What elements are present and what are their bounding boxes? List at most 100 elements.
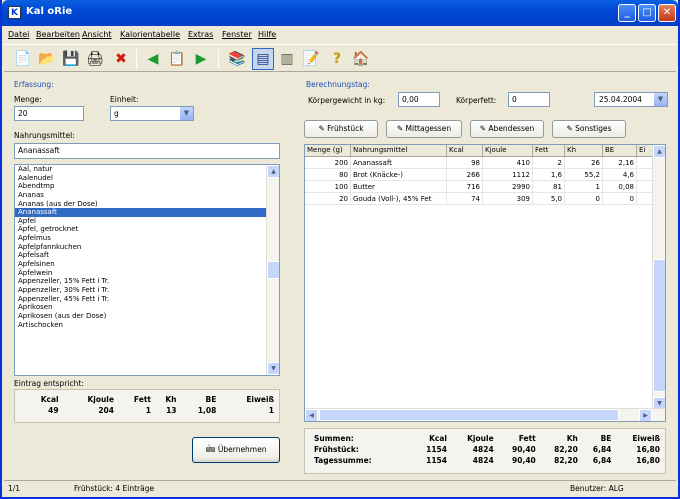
menu-fenster[interactable]: Fenster [222, 30, 252, 39]
table-cell[interactable]: 0 [565, 193, 603, 205]
food-list-item[interactable]: Äpfel, getrocknet [15, 225, 279, 234]
table-cell[interactable] [637, 193, 653, 205]
table-cell[interactable]: 100 [305, 181, 351, 193]
date-picker[interactable]: 25.04.2004 ▼ [594, 92, 668, 107]
column-header-kh[interactable]: Kh [565, 145, 603, 157]
scroll-thumb[interactable] [653, 259, 665, 392]
food-list-item[interactable]: Ananas (aus der Dose) [15, 200, 279, 209]
edit-icon[interactable]: 📝 [300, 48, 322, 70]
table-cell[interactable]: 716 [447, 181, 483, 193]
grid-hscrollbar[interactable]: ◀ ▶ [305, 408, 665, 421]
maximize-button[interactable]: □ [638, 4, 656, 22]
column-header-menge[interactable]: Menge (g) [305, 145, 351, 157]
food-list-item[interactable]: Appenzeller, 45% Fett i Tr. [15, 295, 279, 304]
table-cell[interactable]: 309 [483, 193, 533, 205]
food-list-scrollbar[interactable]: ▲ ▼ [266, 165, 279, 375]
title-bar[interactable]: K Kal oRie _ □ ✕ [2, 0, 678, 26]
chevron-down-icon[interactable]: ▼ [179, 107, 193, 120]
food-list[interactable]: Aal, natur Aalenudel Abendtmp Ananas Ananas … [14, 164, 280, 376]
forward-icon[interactable]: ▶ [190, 48, 212, 70]
food-list-item[interactable]: Appenzeller, 30% Fett i Tr. [15, 286, 279, 295]
tab-fruehstueck[interactable]: ✎ Frühstück [304, 120, 378, 138]
food-list-item[interactable]: Apfelmus [15, 234, 279, 243]
back-icon[interactable]: ◀ [142, 48, 164, 70]
table-cell[interactable]: 81 [533, 181, 565, 193]
scroll-up-icon[interactable]: ▲ [267, 165, 279, 178]
table-cell[interactable]: 0 [603, 193, 637, 205]
menu-bearbeiten[interactable]: Bearbeiten [36, 30, 80, 39]
books-icon[interactable]: 📚 [226, 48, 248, 70]
scroll-down-icon[interactable]: ▼ [267, 362, 279, 375]
chevron-down-icon[interactable]: ▼ [653, 93, 667, 106]
tab-abendessen[interactable]: ✎ Abendessen [470, 120, 544, 138]
minimize-button[interactable]: _ [618, 4, 636, 22]
weight-input[interactable]: 0,00 [398, 92, 440, 107]
menu-extras[interactable]: Extras [188, 30, 213, 39]
table-cell[interactable]: 410 [483, 157, 533, 169]
food-search-input[interactable]: Ananassaft [14, 143, 280, 159]
food-list-item[interactable]: Apfelsaft [15, 251, 279, 260]
table-cell[interactable]: 80 [305, 169, 351, 181]
table-cell[interactable]: 4,6 [603, 169, 637, 181]
close-button[interactable]: ✕ [658, 4, 676, 22]
menge-input[interactable]: 20 [14, 106, 84, 121]
food-list-item[interactable]: Ananassaft [15, 208, 279, 217]
table-cell[interactable]: 0,08 [603, 181, 637, 193]
food-list-item[interactable]: Aprikosen [15, 303, 279, 312]
table-cell[interactable]: 74 [447, 193, 483, 205]
scroll-right-icon[interactable]: ▶ [639, 409, 652, 421]
column-header-kjoule[interactable]: Kjoule [483, 145, 533, 157]
column-header-fett[interactable]: Fett [533, 145, 565, 157]
food-list-item[interactable]: Ananas [15, 191, 279, 200]
new-document-icon[interactable]: 📄 [12, 48, 34, 70]
table-cell[interactable]: Butter [351, 181, 447, 193]
food-list-item[interactable]: Apfelsinen [15, 260, 279, 269]
table-cell[interactable]: Brot (Knäcke-) [351, 169, 447, 181]
save-icon[interactable]: 💾 [60, 48, 82, 70]
table-cell[interactable]: 98 [447, 157, 483, 169]
table-cell[interactable]: 26 [565, 157, 603, 169]
table-cell[interactable]: 2 [533, 157, 565, 169]
table-cell[interactable]: 5,0 [533, 193, 565, 205]
scroll-up-icon[interactable]: ▲ [653, 145, 665, 158]
body-fat-input[interactable]: 0 [508, 92, 550, 107]
table-cell[interactable]: 1 [565, 181, 603, 193]
table-cell[interactable]: 20 [305, 193, 351, 205]
menu-hilfe[interactable]: Hilfe [258, 30, 276, 39]
delete-icon[interactable]: ✖ [110, 48, 132, 70]
table-cell[interactable]: 55,2 [565, 169, 603, 181]
table-cell[interactable] [637, 157, 653, 169]
table-cell[interactable]: 1,6 [533, 169, 565, 181]
tab-mittagessen[interactable]: ✎ Mittagessen [386, 120, 462, 138]
columns-icon[interactable]: ▥ [276, 48, 298, 70]
table-cell[interactable]: Gouda (Voll-), 45% Fet [351, 193, 447, 205]
scroll-left-icon[interactable]: ◀ [305, 409, 318, 421]
open-folder-icon[interactable]: 📂 [36, 48, 58, 70]
scroll-thumb[interactable] [319, 409, 619, 421]
table-icon[interactable]: ▤ [252, 48, 274, 70]
table-cell[interactable] [637, 181, 653, 193]
food-list-item[interactable]: Aprikosen (aus der Dose) [15, 312, 279, 321]
table-cell[interactable]: 200 [305, 157, 351, 169]
menu-datei[interactable]: Datei [8, 30, 29, 39]
column-header-eiweiss[interactable]: Ei [637, 145, 653, 157]
food-list-item[interactable]: Aal, natur [15, 165, 279, 174]
tab-sonstiges[interactable]: ✎ Sonstiges [552, 120, 626, 138]
column-header-be[interactable]: BE [603, 145, 637, 157]
meal-grid[interactable]: Menge (g) Nahrungsmittel Kcal Kjoule Fet… [304, 144, 666, 422]
food-list-item[interactable]: Apfelpfannkuchen [15, 243, 279, 252]
food-list-item[interactable]: Artischocken [15, 321, 279, 330]
home-icon[interactable]: 🏠 [350, 48, 372, 70]
food-list-item[interactable]: Abendtmp [15, 182, 279, 191]
scroll-thumb[interactable] [267, 261, 279, 279]
einheit-select[interactable]: g ▼ [110, 106, 194, 121]
help-icon[interactable]: ? [326, 48, 348, 70]
table-cell[interactable]: Ananassaft [351, 157, 447, 169]
print-icon[interactable]: 🖨 [84, 48, 106, 70]
table-cell[interactable]: 2990 [483, 181, 533, 193]
table-cell[interactable]: 1112 [483, 169, 533, 181]
grid-vscrollbar[interactable]: ▲ ▼ [652, 145, 665, 410]
column-header-kcal[interactable]: Kcal [447, 145, 483, 157]
copy-icon[interactable]: 📋 [166, 48, 188, 70]
table-cell[interactable]: 266 [447, 169, 483, 181]
